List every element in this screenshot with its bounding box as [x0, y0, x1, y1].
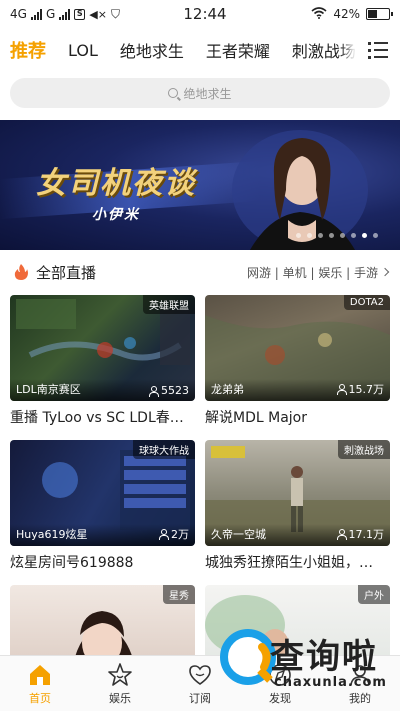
pagination-dot[interactable]	[373, 233, 378, 238]
star-icon	[108, 662, 132, 686]
stream-thumbnail: 刺激战场 久帝一空城 17.1万	[205, 440, 390, 546]
search-area: 绝地求生	[0, 72, 400, 114]
pagination-dot[interactable]	[340, 233, 345, 238]
stream-title: 城独秀狂撩陌生小姐姐，…	[205, 555, 373, 571]
viewer-count: 2万	[158, 526, 189, 542]
network-label-2: G	[45, 7, 56, 21]
banner-streamer-image	[232, 130, 368, 250]
stream-title: 解说MDL Major	[205, 410, 307, 426]
thumbnail-overlay: 久帝一空城 17.1万	[205, 524, 390, 546]
stream-thumbnail: 英雄联盟 LDL南京赛区 5523	[10, 295, 195, 401]
viewer-count: 5523	[148, 384, 189, 397]
pagination-dot[interactable]	[318, 233, 323, 238]
filter-links-text: 网游 | 单机 | 娱乐 | 手游	[246, 265, 378, 280]
tab-recommended[interactable]: 推荐	[10, 37, 46, 63]
stream-thumbnail: DOTA2 龙弟弟 15.7万	[205, 295, 390, 401]
thumbnail-overlay: 龙弟弟 15.7万	[205, 379, 390, 401]
mute-icon: ◀×	[89, 7, 107, 21]
viewer-icon	[336, 384, 347, 395]
section-header: 全部直播 网游 | 单机 | 娱乐 | 手游	[0, 258, 400, 286]
network-label: 4G	[10, 7, 27, 21]
nav-label: 首页	[29, 691, 51, 705]
streamer-name: 久帝一空城	[211, 528, 266, 541]
stream-card[interactable]: 球球大作战 Huya619炫星 2万 炫星房间号619888	[10, 440, 195, 572]
pagination-dot[interactable]	[307, 233, 312, 238]
signal-icon	[30, 8, 42, 20]
status-time: 12:44	[183, 5, 227, 23]
status-bar: 4G G S ◀× ⛉ 12:44 42%	[0, 0, 400, 28]
stream-card[interactable]: DOTA2 龙弟弟 15.7万 解说MDL Major	[205, 295, 390, 427]
search-input[interactable]: 绝地求生	[10, 78, 390, 108]
shield-icon: ⛉	[110, 6, 120, 21]
notification-icon: S	[74, 8, 86, 20]
status-right: 42%	[270, 6, 393, 22]
watermark-logo	[220, 629, 276, 685]
viewer-count-value: 2万	[171, 528, 189, 541]
nav-label: 订阅	[189, 691, 211, 705]
viewer-count: 17.1万	[336, 526, 385, 542]
pagination-dot[interactable]	[296, 233, 301, 238]
tab-lol[interactable]: LOL	[68, 41, 98, 60]
category-tag: 星秀	[163, 585, 195, 604]
thumbnail-overlay: Huya619炫星 2万	[10, 524, 195, 546]
watermark-text: 查询啦	[270, 637, 378, 677]
category-tag: 英雄联盟	[143, 295, 195, 314]
pagination-dot-active[interactable]	[362, 233, 367, 238]
nav-label: 娱乐	[109, 691, 131, 705]
thumbnail-overlay: LDL南京赛区 5523	[10, 379, 195, 401]
banner-pagination	[296, 233, 378, 238]
viewer-count: 15.7万	[336, 381, 385, 397]
promo-banner[interactable]: 女司机夜谈 小伊米	[0, 120, 400, 250]
viewer-icon	[336, 529, 347, 540]
battery-percent: 42%	[333, 7, 360, 21]
search-placeholder: 绝地求生	[183, 86, 232, 101]
tab-pubg[interactable]: 绝地求生	[120, 38, 184, 62]
banner-title: 女司机夜谈	[36, 166, 196, 201]
nav-home[interactable]: 首页	[0, 656, 80, 711]
home-icon	[30, 664, 50, 685]
stream-title: 炫星房间号619888	[10, 555, 134, 571]
pagination-dot[interactable]	[329, 233, 334, 238]
category-menu-button[interactable]	[356, 28, 400, 72]
fire-icon	[14, 264, 28, 280]
stream-card[interactable]: 刺激战场 久帝一空城 17.1万 城独秀狂撩陌生小姐姐，…	[205, 440, 390, 572]
viewer-count-value: 5523	[161, 384, 189, 397]
viewer-icon	[158, 529, 169, 540]
category-tag: 刺激战场	[338, 440, 390, 459]
tab-honor-of-kings[interactable]: 王者荣耀	[206, 38, 270, 62]
section-filter-links[interactable]: 网游 | 单机 | 娱乐 | 手游	[246, 264, 390, 281]
stream-title: 重播 TyLoo vs SC LDL春…	[10, 410, 184, 426]
nav-entertainment[interactable]: 娱乐	[80, 656, 160, 711]
signal-icon-2	[59, 8, 71, 20]
category-tag: 户外	[358, 585, 390, 604]
chevron-right-icon	[380, 267, 390, 277]
section-title: 全部直播	[36, 263, 97, 282]
watermark-url: chaxunla.com	[274, 675, 387, 690]
category-tag: DOTA2	[343, 295, 390, 310]
stream-thumbnail: 球球大作战 Huya619炫星 2万	[10, 440, 195, 546]
streamer-name: Huya619炫星	[16, 528, 88, 541]
wifi-icon	[311, 6, 327, 22]
viewer-count-value: 15.7万	[348, 383, 385, 396]
status-left: 4G G S ◀× ⛉	[10, 7, 160, 22]
category-tabs: 推荐 LOL 绝地求生 王者荣耀 刺激战场	[0, 28, 400, 72]
heart-icon	[189, 664, 211, 685]
search-icon	[168, 88, 179, 98]
menu-icon	[368, 41, 388, 45]
pagination-dot[interactable]	[351, 233, 356, 238]
streamer-name: 龙弟弟	[211, 383, 244, 396]
banner-subtitle: 小伊米	[92, 207, 140, 223]
watermark: 查询啦 chaxunla.com	[218, 623, 394, 703]
category-tag: 球球大作战	[133, 440, 195, 459]
viewer-icon	[148, 385, 159, 397]
stream-card[interactable]: 英雄联盟 LDL南京赛区 5523 重播 TyLoo vs SC LDL春…	[10, 295, 195, 427]
tab-pubg-mobile[interactable]: 刺激战场	[292, 38, 356, 62]
battery-icon	[366, 8, 393, 20]
streamer-name: LDL南京赛区	[16, 383, 81, 396]
viewer-count-value: 17.1万	[348, 528, 385, 541]
